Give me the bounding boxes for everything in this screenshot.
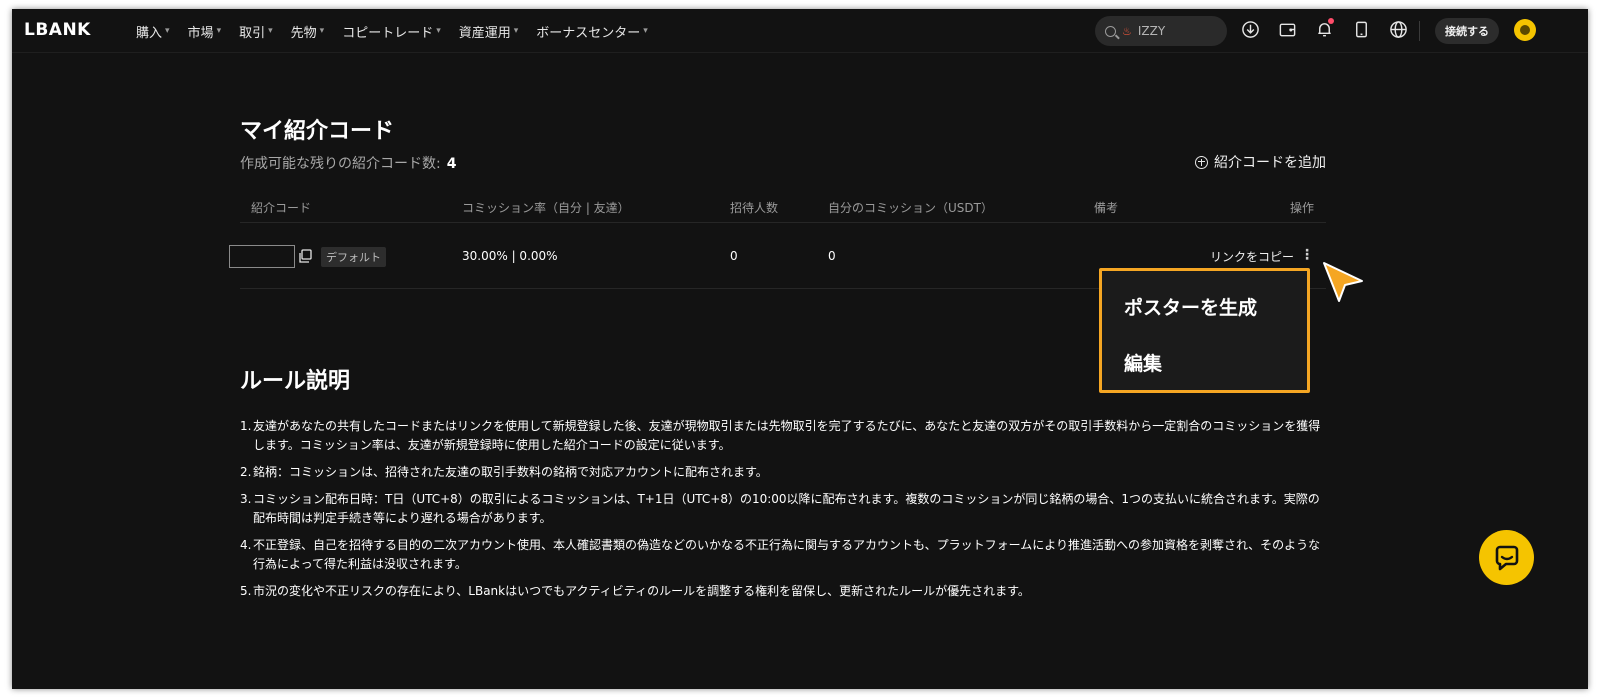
notification-dot xyxy=(1328,18,1334,24)
nav-label: 市場 xyxy=(187,25,214,41)
nav-label: 先物 xyxy=(290,25,317,41)
rule-item: 1. 友達があなたの共有したコードまたはリンクを使用して新規登録した後、友達が現物… xyxy=(240,417,1330,455)
chevron-down-icon: ▾ xyxy=(643,26,648,36)
nav-copy-trade[interactable]: コピートレード ▾ xyxy=(342,22,441,41)
bell-icon[interactable] xyxy=(1314,18,1334,39)
chat-icon xyxy=(1495,545,1518,570)
nav-futures[interactable]: 先物 ▾ xyxy=(291,22,325,41)
col-note: 備考 xyxy=(1094,201,1119,215)
chevron-down-icon: ▾ xyxy=(268,26,273,36)
wallet-icon[interactable] xyxy=(1277,19,1297,39)
rule-text: 友達があなたの共有したコードまたはリンクを使用して新規登録した後、友達が現物取引… xyxy=(253,419,1321,452)
fire-icon: ♨ xyxy=(1122,24,1132,38)
main-nav: 購入 ▾ 市場 ▾ 取引 ▾ 先物 ▾ コピートレード ▾ 資産運用 ▾ ボーナスセンター ▾ xyxy=(136,9,648,53)
default-tag: デフォルト xyxy=(321,247,386,267)
rule-text: コミッション配布日時：T日（UTC+8）の取引によるコミッションは、T+1日（U… xyxy=(253,492,1320,525)
pointer-arrow-icon xyxy=(1323,262,1363,302)
add-code-label: 紹介コードを追加 xyxy=(1214,155,1326,171)
rule-text: 銘柄：コミッションは、招待された友達の取引手数料の銘柄で対応アカウントに配布され… xyxy=(253,465,768,479)
nav-label: ボーナスセンター xyxy=(536,25,641,41)
rule-number: 5. xyxy=(240,584,252,598)
col-action: 操作 xyxy=(1289,201,1314,215)
chevron-down-icon: ▾ xyxy=(436,26,441,36)
table-header: 紹介コード コミッション率（自分 | 友達） 招待人数 自分のコミッション（US… xyxy=(240,193,1326,223)
nav-trade[interactable]: 取引 ▾ xyxy=(239,22,273,41)
nav-label: 購入 xyxy=(136,25,163,41)
copy-link-button[interactable]: リンクをコピー xyxy=(1210,248,1294,265)
nav-buy[interactable]: 購入 ▾ xyxy=(136,22,170,41)
nav-markets[interactable]: 市場 ▾ xyxy=(188,22,222,41)
rule-number: 3. xyxy=(240,492,252,506)
rules-title: ルール説明 xyxy=(240,369,351,394)
rule-item: 3. コミッション配布日時：T日（UTC+8）の取引によるコミッションは、T+1日… xyxy=(240,490,1330,528)
rule-item: 5. 市況の変化や不正リスクの存在により、LBankはいつでもアクティビティのルー… xyxy=(240,582,1330,601)
rule-number: 1. xyxy=(240,419,252,433)
nav-label: コピートレード xyxy=(342,25,434,41)
chevron-down-icon: ▾ xyxy=(513,26,519,36)
search-box[interactable]: ♨ IZZY xyxy=(1095,16,1227,46)
generate-poster-menu-item[interactable]: ポスターを生成 xyxy=(1124,293,1257,320)
invited-value: 0 xyxy=(730,249,738,263)
phone-icon[interactable] xyxy=(1351,19,1371,39)
rate-value: 30.00% | 0.00% xyxy=(462,249,558,263)
rule-item: 4. 不正登録、自己を招待する目的の二次アカウント使用、本人確認書類の偽造などのい… xyxy=(240,536,1330,574)
rule-number: 2. xyxy=(240,465,252,479)
globe-icon[interactable] xyxy=(1388,19,1408,39)
rule-number: 4. xyxy=(240,538,252,552)
copy-icon[interactable] xyxy=(298,249,312,263)
nav-label: 資産運用 xyxy=(458,25,511,41)
chevron-down-icon: ▾ xyxy=(319,26,325,36)
header-icons xyxy=(1240,18,1408,39)
plus-circle-icon xyxy=(1195,155,1208,169)
nav-bonus-center[interactable]: ボーナスセンター ▾ xyxy=(536,22,648,41)
add-referral-code-button[interactable]: 紹介コードを追加 xyxy=(1195,152,1326,172)
col-code: 紹介コード xyxy=(251,201,312,215)
rule-item: 2. 銘柄：コミッションは、招待された友達の取引手数料の銘柄で対応アカウントに配布… xyxy=(240,463,1330,482)
remaining-codes: 作成可能な残りの紹介コード数: 4 xyxy=(240,153,456,173)
referral-code-value xyxy=(229,245,295,268)
search-input[interactable]: IZZY xyxy=(1138,24,1165,38)
rule-text: 不正登録、自己を招待する目的の二次アカウント使用、本人確認書類の偽造などのいかな… xyxy=(253,538,1321,571)
edit-menu-item[interactable]: 編集 xyxy=(1124,349,1162,376)
chat-support-button[interactable] xyxy=(1479,530,1534,585)
referral-title: マイ紹介コード xyxy=(240,119,395,144)
avatar-face xyxy=(1520,25,1530,35)
connect-button[interactable]: 接続する xyxy=(1435,18,1499,44)
remaining-count: 4 xyxy=(446,156,457,172)
avatar[interactable] xyxy=(1514,19,1536,41)
download-icon[interactable] xyxy=(1240,19,1260,39)
rules-list: 1. 友達があなたの共有したコードまたはリンクを使用して新規登録した後、友達が現物… xyxy=(240,417,1330,609)
commission-value: 0 xyxy=(828,249,836,263)
chevron-down-icon: ▾ xyxy=(216,26,222,36)
more-options-icon[interactable]: ⋮ xyxy=(1300,247,1314,263)
rule-text: 市況の変化や不正リスクの存在により、LBankはいつでもアクティビティのルールを… xyxy=(253,584,1030,598)
lbank-logo[interactable]: LBANK xyxy=(24,20,91,40)
nav-earn[interactable]: 資産運用 ▾ xyxy=(459,22,519,41)
nav-label: 取引 xyxy=(239,25,266,41)
row-options-menu: ポスターを生成 編集 xyxy=(1099,268,1310,393)
divider xyxy=(1419,21,1420,41)
search-icon xyxy=(1105,25,1116,37)
col-invited: 招待人数 xyxy=(730,201,779,215)
remaining-label: 作成可能な残りの紹介コード数: xyxy=(240,156,441,172)
col-commission: 自分のコミッション（USDT） xyxy=(828,201,993,215)
col-rate: コミッション率（自分 | 友達） xyxy=(462,201,630,215)
top-navigation-bar: LBANK 購入 ▾ 市場 ▾ 取引 ▾ 先物 ▾ コピートレード ▾ 資産運用 ▾ ボーナ… xyxy=(12,9,1588,53)
chevron-down-icon: ▾ xyxy=(165,26,170,36)
app-window: LBANK 購入 ▾ 市場 ▾ 取引 ▾ 先物 ▾ コピートレード ▾ 資産運用 ▾ ボーナ… xyxy=(12,9,1588,689)
